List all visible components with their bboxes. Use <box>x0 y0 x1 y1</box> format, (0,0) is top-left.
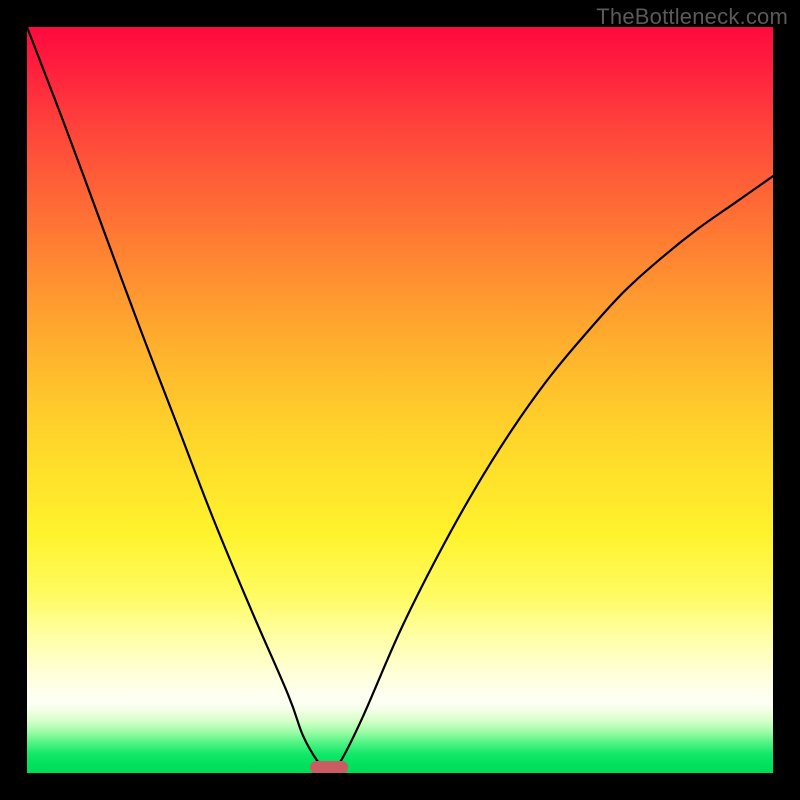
optimal-point-marker <box>310 761 348 773</box>
watermark-text: TheBottleneck.com <box>596 4 788 30</box>
chart-frame: TheBottleneck.com <box>0 0 800 800</box>
bottleneck-curve <box>27 27 773 773</box>
plot-area <box>27 27 773 773</box>
